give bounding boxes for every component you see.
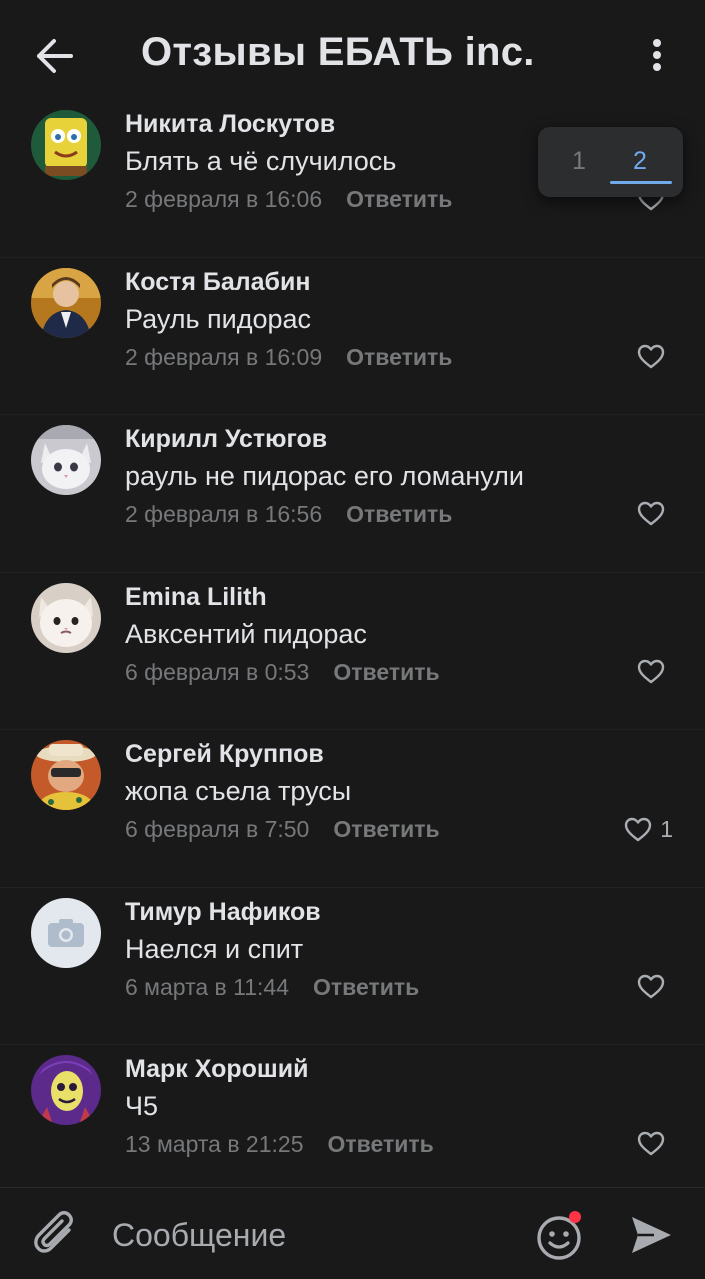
- like-count: 1: [660, 816, 673, 842]
- reply-button[interactable]: Ответить: [328, 1131, 434, 1158]
- reply-button[interactable]: Ответить: [313, 974, 419, 1001]
- avatar-image: [31, 740, 101, 810]
- comment-text: Блять а чё случилось: [125, 146, 397, 176]
- avatar[interactable]: [31, 897, 101, 968]
- comment-author[interactable]: Сергей Круппов: [125, 740, 324, 769]
- comment-meta: 13 марта в 21:25 Ответить: [125, 1131, 434, 1158]
- page-1-button[interactable]: 1: [572, 147, 586, 176]
- reply-button[interactable]: Ответить: [346, 501, 452, 528]
- like-button[interactable]: [637, 974, 673, 999]
- emoji-button[interactable]: [535, 1211, 585, 1261]
- comment-item: Марк Хороший Ч5 13 марта в 21:25 Ответит…: [0, 1045, 705, 1203]
- page-title: Отзывы ЕБАТЬ inc.: [141, 30, 535, 74]
- comment-meta: 6 февраля в 0:53 Ответить: [125, 659, 440, 686]
- comment-item: Костя Балабин Рауль пидорас 2 февраля в …: [0, 258, 705, 415]
- message-composer: [0, 1187, 705, 1279]
- attach-button[interactable]: [33, 1210, 79, 1260]
- comment-date: 6 февраля в 0:53: [125, 658, 310, 685]
- comment-date: 2 февраля в 16:09: [125, 343, 323, 370]
- back-button[interactable]: [30, 32, 78, 80]
- avatar-image: [31, 582, 101, 653]
- avatar-placeholder: [31, 897, 101, 968]
- comment-text: Рауль пидорас: [125, 303, 312, 334]
- like-button[interactable]: 1: [624, 816, 673, 843]
- comment-author[interactable]: Никита Лоскутов: [125, 110, 335, 139]
- send-button[interactable]: [628, 1212, 674, 1258]
- comment-meta: 2 февраля в 16:06 Ответить: [125, 186, 452, 213]
- reply-button[interactable]: Ответить: [346, 186, 452, 213]
- like-button[interactable]: [637, 501, 673, 526]
- avatar[interactable]: [31, 267, 101, 338]
- notification-dot: [569, 1211, 581, 1223]
- avatar[interactable]: [31, 110, 101, 180]
- comment-text: рауль не пидорас его ломанули: [125, 461, 524, 491]
- comment-meta: 2 февраля в 16:09 Ответить: [125, 344, 452, 371]
- comment-author[interactable]: Emina Lilith: [125, 583, 267, 612]
- comment-text: Наелся и спит: [125, 933, 304, 964]
- like-button[interactable]: [637, 1131, 673, 1156]
- comment-author[interactable]: Тимур Нафиков: [125, 898, 321, 927]
- heart-icon: [637, 1131, 665, 1156]
- avatar-image: [31, 110, 101, 180]
- comment-item: Emina Lilith Авксентий пидорас 6 февраля…: [0, 573, 705, 730]
- paperclip-icon: [34, 1211, 73, 1253]
- page-switcher: [538, 127, 683, 197]
- avatar-image: [31, 1055, 101, 1125]
- heart-icon: [637, 659, 665, 683]
- reply-button[interactable]: Ответить: [333, 659, 439, 686]
- comment-meta: 2 февраля в 16:56 Ответить: [125, 501, 452, 528]
- heart-icon: [637, 501, 665, 526]
- comment-author[interactable]: Кирилл Устюгов: [125, 425, 327, 454]
- comment-author[interactable]: Костя Балабин: [125, 268, 310, 297]
- comment-date: 6 марта в 11:44: [125, 973, 289, 1000]
- avatar-image: [31, 425, 101, 495]
- comment-text: Ч5: [125, 1091, 159, 1121]
- heart-icon: [625, 817, 652, 842]
- avatar[interactable]: [31, 1055, 101, 1125]
- like-button[interactable]: [637, 344, 673, 369]
- more-vertical-icon: [653, 39, 661, 71]
- avatar-image: [31, 267, 101, 338]
- comment-date: 6 февраля в 7:50: [125, 816, 310, 842]
- comment-meta: 6 февраля в 7:50 Ответить: [125, 816, 440, 843]
- avatar[interactable]: [31, 425, 101, 495]
- active-page-indicator: [610, 181, 672, 184]
- reply-button[interactable]: Ответить: [346, 344, 452, 371]
- comment-date: 13 марта в 21:25: [125, 1131, 304, 1157]
- send-icon: [632, 1217, 671, 1253]
- app-header: Отзывы ЕБАТЬ inc.: [0, 0, 705, 110]
- more-menu-button[interactable]: [634, 30, 680, 80]
- comments-list: Никита Лоскутов Блять а чё случилось 2 ф…: [0, 100, 705, 1203]
- comment-item: Сергей Круппов жопа съела трусы 6 феврал…: [0, 730, 705, 888]
- message-input[interactable]: [112, 1215, 512, 1255]
- comment-item: Кирилл Устюгов рауль не пидорас его лома…: [0, 415, 705, 573]
- comment-author[interactable]: Марк Хороший: [125, 1055, 309, 1084]
- comment-date: 2 февраля в 16:06: [125, 186, 323, 212]
- arrow-left-icon: [37, 39, 73, 73]
- reply-button[interactable]: Ответить: [333, 816, 439, 843]
- avatar[interactable]: [31, 740, 101, 810]
- comment-item: Тимур Нафиков Наелся и спит 6 марта в 11…: [0, 888, 705, 1045]
- heart-icon: [637, 974, 665, 998]
- page-2-button[interactable]: 2: [633, 147, 647, 176]
- smile-icon: [537, 1211, 581, 1260]
- like-button[interactable]: [637, 659, 673, 684]
- comment-text: жопа съела трусы: [125, 776, 352, 806]
- heart-icon: [637, 344, 665, 368]
- avatar[interactable]: [31, 582, 101, 653]
- comment-date: 2 февраля в 16:56: [125, 501, 323, 527]
- comment-meta: 6 марта в 11:44 Ответить: [125, 974, 419, 1001]
- comment-text: Авксентий пидорас: [125, 618, 367, 649]
- camera-icon: [48, 918, 84, 947]
